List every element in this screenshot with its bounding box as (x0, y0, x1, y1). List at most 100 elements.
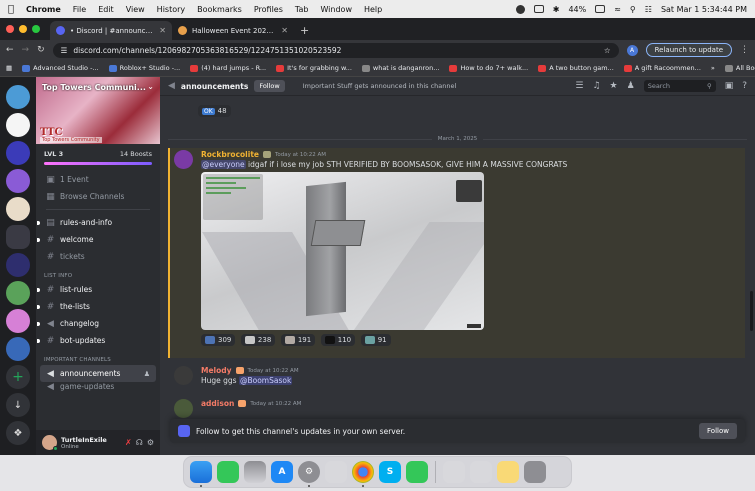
back-icon[interactable]: ← (6, 45, 14, 55)
server-icon[interactable] (6, 253, 30, 277)
kebab-menu-icon[interactable]: ⋮ (740, 45, 749, 55)
bookmark-item[interactable]: (4) hard jumps - R... (190, 64, 266, 72)
bookmark-item[interactable]: How to do 7+ walk... (449, 64, 528, 72)
inbox-icon[interactable]: ▣ (725, 81, 734, 91)
menubar-clock[interactable]: Sat Mar 1 5:34:44 PM (661, 5, 747, 14)
menu-help[interactable]: Help (364, 5, 382, 14)
follow-channel-button[interactable]: Follow (699, 423, 737, 439)
reaction[interactable]: 91 (360, 334, 391, 346)
all-bookmarks-button[interactable]: All Bookmarks (724, 64, 755, 72)
server-icon[interactable] (6, 281, 30, 305)
bookmark-item[interactable]: A gift Racoommen... (623, 64, 701, 72)
discover-compass-icon[interactable]: ❖ (6, 421, 30, 445)
avatar[interactable] (174, 150, 193, 169)
bookmark-item[interactable]: A two button gam... (538, 64, 614, 72)
reaction[interactable]: 238 (240, 334, 276, 346)
chevron-down-icon[interactable]: ⌄ (147, 82, 154, 91)
wifi-icon[interactable]: ≈ (614, 5, 621, 14)
member-list-icon[interactable]: ♟ (627, 81, 635, 91)
server-icon[interactable] (6, 337, 30, 361)
address-bar[interactable]: ☰ discord.com/channels/12069827053638165… (52, 42, 619, 58)
new-tab-button[interactable]: + (300, 24, 309, 37)
menu-history[interactable]: History (157, 5, 185, 14)
menu-file[interactable]: File (73, 5, 86, 14)
apps-grid-icon[interactable]: ▦ (6, 64, 12, 72)
browse-channels-item[interactable]: ▦ Browse Channels (40, 188, 156, 205)
facetime-icon[interactable] (217, 461, 239, 483)
zoom-window-icon[interactable] (32, 25, 40, 33)
notification-bell-icon[interactable]: ♫ (592, 81, 600, 91)
reaction[interactable]: 191 (280, 334, 316, 346)
close-window-icon[interactable] (6, 25, 14, 33)
tab-close-icon[interactable]: ✕ (281, 26, 288, 35)
threads-icon[interactable]: ☰ (575, 81, 583, 91)
bookmark-item[interactable]: Roblox+ Studio -... (108, 64, 180, 72)
tab-close-icon[interactable]: ✕ (159, 26, 166, 35)
server-icon[interactable] (6, 141, 30, 165)
app-store-icon[interactable]: A (271, 461, 293, 483)
roblox-player-icon[interactable] (470, 461, 492, 483)
skype-icon[interactable]: S (379, 461, 401, 483)
more-bookmarks-icon[interactable]: » (711, 64, 715, 72)
search-spotlight-icon[interactable]: ⚲ (630, 5, 636, 14)
menu-view[interactable]: View (126, 5, 145, 14)
menu-profiles[interactable]: Profiles (254, 5, 283, 14)
channel-topic[interactable]: Important Stuff gets announced in this c… (303, 82, 457, 90)
menu-edit[interactable]: Edit (98, 5, 114, 14)
avatar[interactable] (42, 435, 58, 451)
server-icon[interactable] (6, 197, 30, 221)
user-info[interactable]: TurtleInExile Online (61, 436, 121, 450)
chrome-icon[interactable] (352, 461, 374, 487)
bookmark-item[interactable]: It's for grabbing w... (276, 64, 352, 72)
server-icon[interactable] (6, 85, 30, 109)
tab-halloween[interactable]: Halloween Event 2023 (Harv ✕ (172, 21, 294, 40)
channel-rules-and-info[interactable]: ▤ rules-and-info (37, 214, 156, 231)
image-attachment[interactable] (201, 172, 484, 330)
display-tray-icon[interactable] (533, 5, 544, 13)
channel-game-updates[interactable]: ◀ game-updates (40, 382, 156, 391)
bookmark-item[interactable]: what is danganron... (361, 64, 439, 72)
relaunch-button[interactable]: Relaunch to update (645, 43, 732, 57)
channel-the-lists[interactable]: # the-lists (37, 298, 156, 315)
menu-app-name[interactable]: Chrome (26, 5, 61, 14)
bluetooth-icon[interactable]: ✱ (553, 5, 560, 14)
download-apps-icon[interactable]: ↓ (6, 393, 30, 417)
bookmark-item[interactable]: Advanced Studio -... (22, 64, 99, 72)
system-settings-icon[interactable]: ⚙ (298, 461, 320, 487)
channel-welcome[interactable]: # welcome (37, 231, 156, 248)
bookmark-star-icon[interactable]: ☆ (604, 46, 611, 55)
guild-banner[interactable]: Top Towers Communi... ⌄ TTC Top Towers C… (36, 77, 160, 144)
avatar[interactable] (174, 366, 193, 385)
pin-icon[interactable]: ★ (610, 81, 618, 91)
channel-announcements[interactable]: ◀ announcements ♟ (40, 365, 156, 382)
site-info-icon[interactable]: ☰ (61, 46, 68, 55)
channel-changelog[interactable]: ◀ changelog (37, 315, 156, 332)
search-input[interactable]: Search ⚲ (643, 80, 716, 92)
channel-list-rules[interactable]: # list-rules (37, 281, 156, 298)
channel-tickets[interactable]: # tickets (40, 248, 156, 265)
trash-icon[interactable] (524, 461, 546, 483)
follow-button[interactable]: Follow (254, 80, 285, 92)
menu-tab[interactable]: Tab (295, 5, 309, 14)
control-center-icon[interactable]: ☷ (645, 5, 652, 14)
help-icon[interactable]: ? (742, 81, 747, 91)
avatar[interactable] (174, 399, 193, 418)
reaction-ok[interactable]: OK 48 (198, 105, 231, 117)
mention[interactable]: @BoomSasok (238, 376, 293, 385)
scrollbar[interactable] (750, 291, 753, 331)
category-list-info[interactable]: LIST INFO (40, 265, 156, 281)
profile-avatar[interactable]: A (626, 44, 638, 56)
forward-icon[interactable]: → (22, 45, 30, 55)
roblox-studio-icon[interactable] (325, 461, 347, 483)
mention[interactable]: @everyone (201, 160, 246, 169)
settings-gear-icon[interactable]: ⚙ (147, 438, 154, 447)
photos-icon[interactable] (244, 461, 266, 483)
menu-window[interactable]: Window (320, 5, 352, 14)
reaction[interactable]: 309 (201, 334, 236, 346)
server-icon[interactable] (6, 225, 30, 249)
boost-status[interactable]: LVL 3 14 Boosts (36, 144, 160, 162)
reaction[interactable]: 110 (320, 334, 356, 346)
headphones-icon[interactable]: ☊ (136, 438, 143, 447)
server-icon[interactable] (6, 309, 30, 333)
reload-icon[interactable]: ↻ (37, 45, 45, 55)
